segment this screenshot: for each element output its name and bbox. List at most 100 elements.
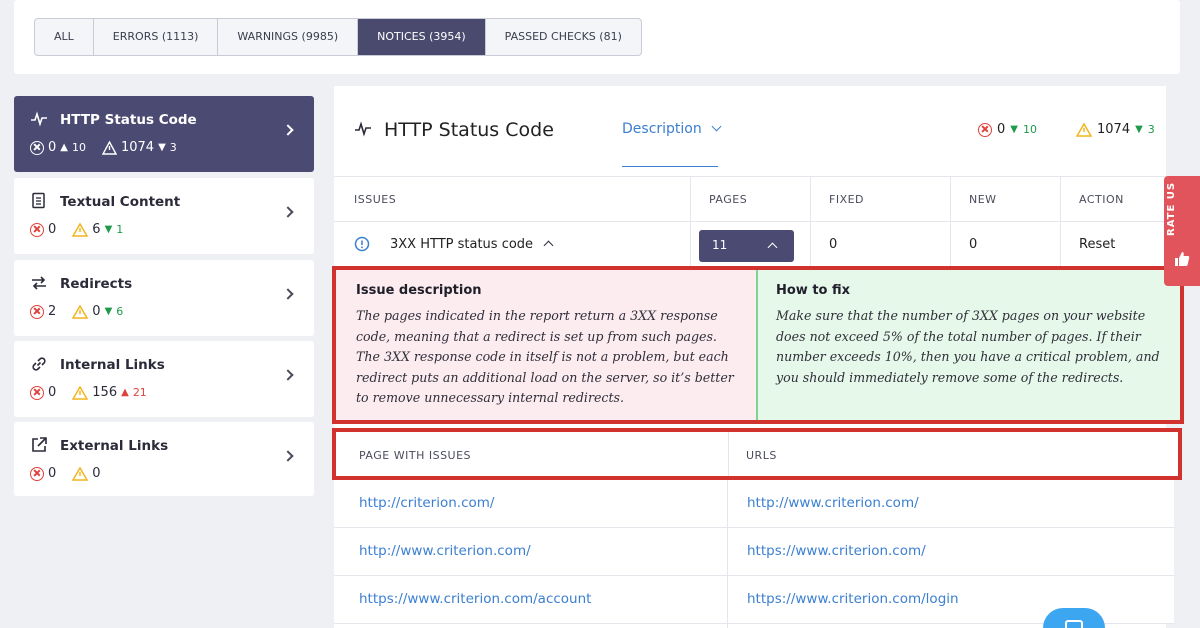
divider: [728, 432, 729, 476]
warning-icon: [101, 140, 117, 155]
url-link[interactable]: https://www.criterion.com/: [747, 543, 926, 559]
url-link[interactable]: https://www.criterion.com/login: [747, 591, 959, 607]
pulse-icon: [31, 111, 47, 127]
sidebar-item-label: HTTP Status Code: [60, 112, 197, 128]
warning-count: 0: [92, 466, 101, 481]
header-pages: PAGES: [709, 193, 748, 206]
description-underline: [622, 166, 718, 167]
issue-name-toggle[interactable]: 3XX HTTP status code: [390, 237, 554, 252]
external-link-icon: [32, 437, 47, 452]
error-icon: [30, 140, 44, 155]
warning-icon: [72, 385, 89, 400]
header-new: NEW: [969, 193, 997, 206]
warning-delta: 3: [1147, 123, 1155, 136]
tab-all[interactable]: ALL: [35, 19, 94, 55]
issue-description-box: Issue description The pages indicated in…: [332, 266, 1184, 424]
page-link[interactable]: http://criterion.com/: [359, 495, 494, 511]
sidebar-item-http-status-code[interactable]: HTTP Status Code 0 ▲ 10 1074 ▼ 3: [14, 96, 314, 172]
warning-icon: [1076, 122, 1092, 137]
arrow-down-icon: ▼: [1135, 124, 1143, 135]
page-title: HTTP Status Code: [384, 119, 554, 141]
divider: [727, 528, 728, 576]
warning-delta: 3: [169, 141, 177, 154]
chevron-right-icon: [282, 450, 294, 462]
issue-description-text: The pages indicated in the report return…: [356, 308, 734, 405]
error-icon: [30, 304, 44, 319]
tab-errors[interactable]: ERRORS (1113): [94, 19, 219, 55]
chevron-up-icon: [767, 242, 778, 253]
error-count: 0: [997, 122, 1006, 137]
header-fixed: FIXED: [829, 193, 865, 206]
warning-icon: [72, 222, 89, 237]
table-row: http://www.criterion.com/ https://www.cr…: [334, 528, 1174, 576]
sidebar-item-textual-content[interactable]: Textual Content 0 6 ▼ 1: [14, 178, 314, 254]
tab-notices[interactable]: NOTICES (3954): [358, 19, 486, 55]
header-page-with-issues: PAGE WITH ISSUES: [359, 449, 472, 462]
description-toggle[interactable]: Description: [622, 121, 722, 137]
arrow-up-icon: ▼: [158, 142, 166, 153]
issues-table-header: ISSUES PAGES FIXED NEW ACTION: [334, 176, 1166, 222]
url-link[interactable]: http://www.criterion.com/: [747, 495, 919, 511]
reset-link[interactable]: Reset: [1079, 237, 1115, 252]
warning-count: 1074: [120, 140, 155, 155]
warning-delta: 1: [116, 223, 124, 236]
table-row: http://criterion.com/ http://www.criteri…: [334, 480, 1174, 528]
arrow-up-icon: ▲: [121, 387, 129, 398]
divider: [727, 480, 728, 528]
sidebar-item-label: Textual Content: [60, 194, 181, 210]
chevron-right-icon: [282, 369, 294, 381]
arrow-down-icon: ▼: [104, 306, 113, 317]
filter-tabs: ALL ERRORS (1113) WARNINGS (9985) NOTICE…: [34, 18, 642, 56]
header-urls: URLS: [746, 449, 777, 462]
pages-count-button[interactable]: 11: [699, 230, 794, 262]
how-to-fix: How to fix Make sure that the number of …: [758, 270, 1180, 420]
table-row: 3XX HTTP status code 11 0 0 Reset: [334, 222, 1166, 266]
chat-icon: [1065, 620, 1083, 628]
warning-count: 0: [92, 304, 101, 319]
fixed-count: 0: [829, 237, 838, 252]
chevron-right-icon: [282, 124, 294, 136]
warning-count: 156: [92, 385, 118, 400]
sidebar-item-label: Redirects: [60, 276, 133, 292]
sidebar-item-label: External Links: [60, 438, 169, 454]
pages-count: 11: [712, 238, 728, 252]
url-table-header: PAGE WITH ISSUES URLS: [332, 428, 1182, 480]
sidebar-item-stats: 2 0 ▼ 6: [30, 304, 123, 319]
rate-us-tab[interactable]: RATE US: [1164, 176, 1200, 286]
header-issues: ISSUES: [354, 193, 397, 206]
chat-widget-button[interactable]: [1043, 608, 1105, 628]
sidebar-item-redirects[interactable]: Redirects 2 0 ▼ 6: [14, 260, 314, 336]
warning-icon: [72, 466, 89, 481]
description-label: Description: [622, 121, 702, 137]
page-link[interactable]: https://www.criterion.com/account: [359, 591, 591, 607]
chevron-up-icon: [543, 240, 554, 251]
tab-warnings[interactable]: WARNINGS (9985): [218, 19, 359, 55]
header-action: ACTION: [1079, 193, 1124, 206]
error-count: 0: [48, 385, 57, 400]
how-to-fix-heading: How to fix: [776, 283, 851, 298]
issue-description-heading: Issue description: [356, 283, 482, 298]
sidebar-item-internal-links[interactable]: Internal Links 0 156 ▲ 21: [14, 341, 314, 417]
warning-delta: 6: [116, 305, 124, 318]
rate-us-label: RATE US: [1166, 181, 1177, 236]
sidebar-item-external-links[interactable]: External Links 0 0: [14, 422, 314, 496]
error-icon: [978, 122, 992, 137]
sidebar-item-label: Internal Links: [60, 357, 165, 373]
error-delta: 10: [1022, 123, 1037, 136]
error-count: 0: [48, 140, 57, 155]
filter-bar: ALL ERRORS (1113) WARNINGS (9985) NOTICE…: [14, 0, 1180, 74]
divider: [727, 576, 728, 628]
chevron-down-icon: [711, 121, 722, 132]
tab-passed-checks[interactable]: PASSED CHECKS (81): [486, 19, 641, 55]
arrow-up-icon: ▲: [60, 142, 68, 153]
redirect-icon: [32, 276, 46, 290]
warning-icon: [72, 304, 89, 319]
sidebar-item-stats: 0 0: [30, 466, 101, 481]
page-link[interactable]: http://www.criterion.com/: [359, 543, 531, 559]
warning-delta: 21: [132, 386, 147, 399]
new-count: 0: [969, 237, 978, 252]
error-count: 0: [48, 222, 57, 237]
document-icon: [32, 192, 45, 209]
error-icon: [30, 466, 44, 481]
arrow-down-icon: ▼: [1010, 124, 1018, 135]
